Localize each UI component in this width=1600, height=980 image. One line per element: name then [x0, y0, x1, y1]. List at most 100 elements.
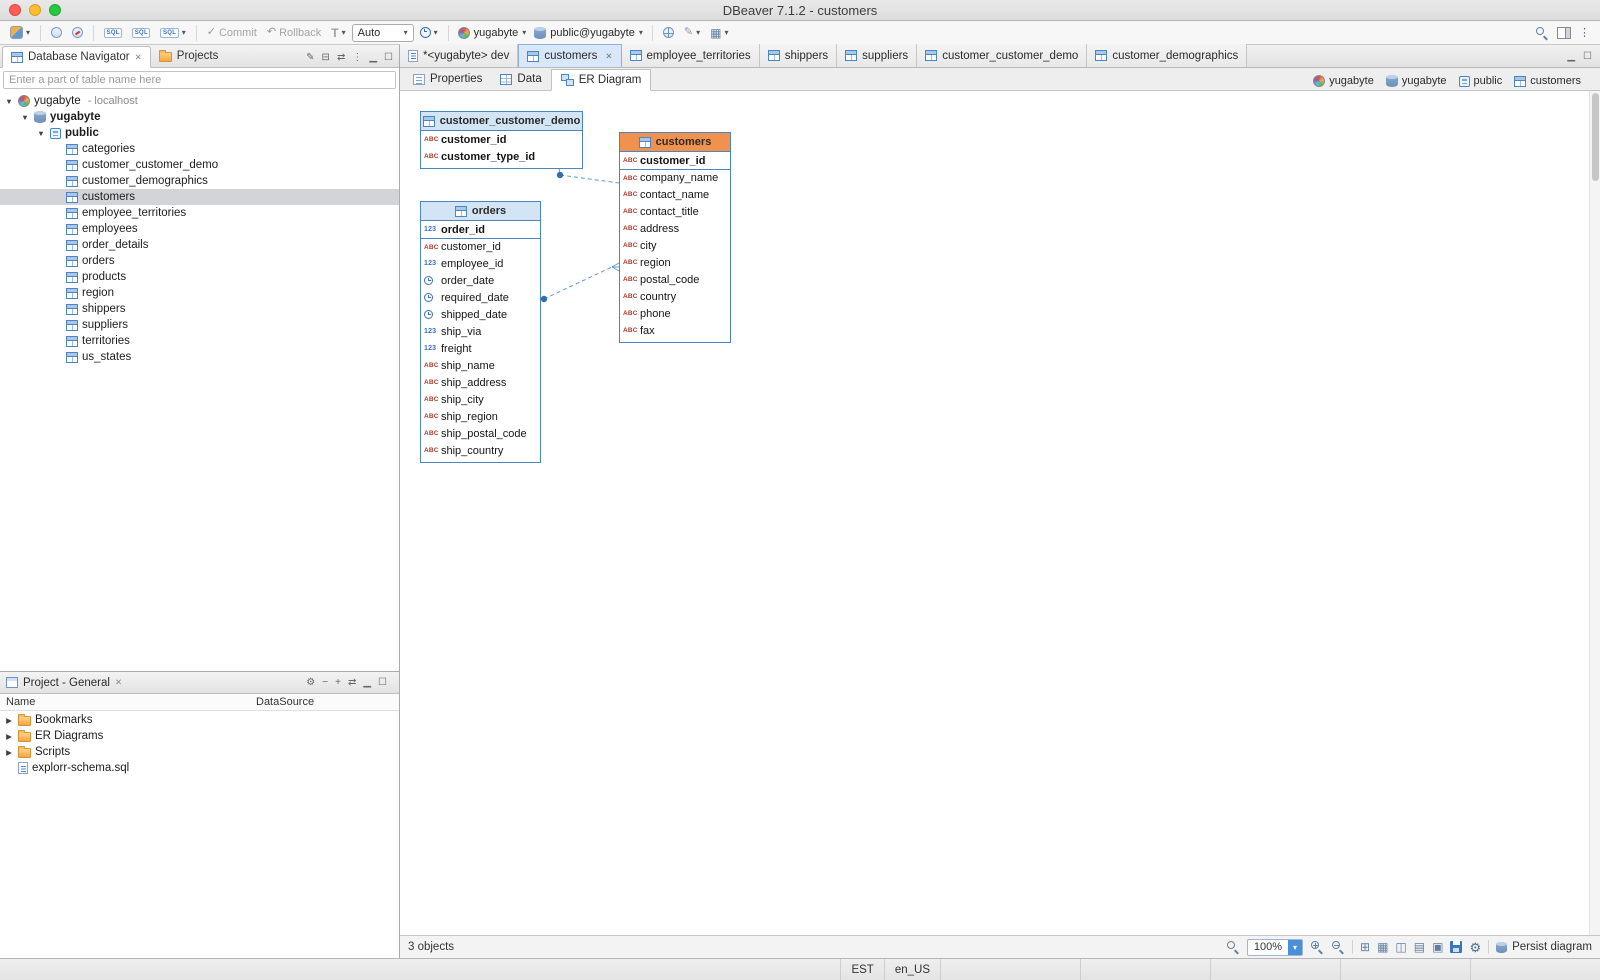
commit-button[interactable]: ✓ Commit [203, 26, 261, 40]
subtab-er-diagram[interactable]: ER Diagram [551, 69, 652, 91]
column-row-employee-id[interactable]: 123employee_id [421, 255, 540, 272]
locale-indicator[interactable]: en_US [884, 959, 940, 980]
tree-item-territories[interactable]: territories [0, 333, 399, 349]
column-row-fax[interactable]: ABCfax [620, 322, 730, 339]
er-diagram-canvas[interactable]: customer_customer_demo ABCcustomer_id ABCc… [400, 91, 1600, 935]
column-row-address[interactable]: ABCaddress [620, 220, 730, 237]
zoom-window-button[interactable] [49, 4, 61, 16]
tree-item-products[interactable]: products [0, 269, 399, 285]
save-diagram-icon[interactable] [1450, 941, 1462, 953]
project-item-scripts[interactable]: ▶Scripts [0, 744, 399, 760]
column-row-contact-title[interactable]: ABCcontact_title [620, 203, 730, 220]
tree-item-orders[interactable]: orders [0, 253, 399, 269]
export-image-icon[interactable]: ▣ [1432, 941, 1443, 953]
tree-expand-icon[interactable]: ▶ [4, 748, 14, 757]
tab-projects[interactable]: Projects [151, 45, 227, 67]
link-with-editor-icon[interactable]: ⇄ [348, 678, 356, 688]
close-tab-icon[interactable]: ✕ [605, 51, 612, 62]
column-row-customer-id[interactable]: ABCcustomer_id [421, 238, 540, 255]
close-view-icon[interactable]: ✕ [135, 52, 142, 63]
maximize-view-icon[interactable]: ☐ [378, 678, 387, 688]
column-row-freight[interactable]: 123freight [421, 340, 540, 357]
diagram-notation-icon[interactable]: ◫ [1395, 941, 1406, 953]
settings-gear-icon[interactable]: ⚙ [306, 678, 315, 688]
tree-item-customer-demographics[interactable]: customer_demographics [0, 173, 399, 189]
column-row-contact-name[interactable]: ABCcontact_name [620, 186, 730, 203]
tree-expand-icon[interactable]: ▼ [36, 129, 46, 138]
minimize-editor-icon[interactable]: ▁ [1567, 51, 1575, 62]
tree-item-customer-customer-demo[interactable]: customer_customer_demo [0, 157, 399, 173]
print-diagram-icon[interactable]: ▤ [1414, 941, 1425, 953]
project-item-bookmarks[interactable]: ▶Bookmarks [0, 712, 399, 728]
column-row-order-id[interactable]: 123order_id [421, 221, 540, 238]
generate-sql-button[interactable]: ✎ ▾ [680, 26, 704, 39]
new-connection-button[interactable]: ▾ [6, 25, 34, 40]
breadcrumb-item-customers[interactable]: customers [1509, 75, 1586, 87]
entity-header[interactable]: customers [620, 133, 730, 152]
tree-item-order-details[interactable]: order_details [0, 237, 399, 253]
breadcrumb-item-yugabyte[interactable]: yugabyte [1308, 75, 1379, 87]
column-row-order-date[interactable]: order_date [421, 272, 540, 289]
diagram-settings-gear-icon[interactable]: ⚙ [1469, 941, 1481, 954]
column-row-postal-code[interactable]: ABCpostal_code [620, 271, 730, 288]
disconnect-button[interactable] [68, 26, 87, 39]
maximize-view-icon[interactable]: ☐ [384, 53, 393, 63]
tree-item-yugabyte[interactable]: ▼yugabyte [0, 109, 399, 125]
zoom-out-icon[interactable] [1331, 940, 1345, 954]
table-filter-input[interactable] [3, 71, 396, 89]
project-item-er-diagrams[interactable]: ▶ER Diagrams [0, 728, 399, 744]
column-row-ship-country[interactable]: ABCship_country [421, 442, 540, 459]
editor-tab-shippers[interactable]: shippers [760, 44, 837, 67]
tree-item-customers[interactable]: customers [0, 189, 399, 205]
search-icon[interactable] [1535, 26, 1549, 40]
vertical-scrollbar[interactable] [1589, 91, 1600, 935]
connect-button[interactable] [47, 26, 66, 39]
column-row-ship-region[interactable]: ABCship_region [421, 408, 540, 425]
collapse-all-icon[interactable]: ⊟ [322, 53, 330, 63]
column-row-company-name[interactable]: ABCcompany_name [620, 169, 730, 186]
tree-item-suppliers[interactable]: suppliers [0, 317, 399, 333]
grid-view-button[interactable]: ▦ ▾ [706, 26, 732, 40]
open-in-browser-button[interactable] [659, 26, 678, 39]
minimize-window-button[interactable] [29, 4, 41, 16]
entity-customers[interactable]: customersABCcustomer_idABCcompany_nameAB… [619, 132, 731, 343]
tree-expand-icon[interactable]: ▶ [4, 732, 14, 741]
column-row-region[interactable]: ABCregion [620, 254, 730, 271]
arrange-diagram-icon[interactable]: ⊞ [1360, 941, 1370, 953]
column-row-phone[interactable]: ABCphone [620, 305, 730, 322]
entity-header[interactable]: customer_customer_demo [421, 112, 582, 131]
tree-item-categories[interactable]: categories [0, 141, 399, 157]
transaction-log-button[interactable]: T ▾ [327, 26, 349, 40]
timezone-indicator[interactable]: EST [840, 959, 883, 980]
close-window-button[interactable] [9, 4, 21, 16]
tree-item-employee-territories[interactable]: employee_territories [0, 205, 399, 221]
close-view-icon[interactable]: ✕ [115, 677, 122, 688]
column-row-ship-postal-code[interactable]: ABCship_postal_code [421, 425, 540, 442]
zoom-level-select[interactable]: 100% ▾ [1247, 939, 1303, 956]
open-sql-script-button[interactable]: SQL ▾ [156, 27, 189, 39]
column-row-ship-name[interactable]: ABCship_name [421, 357, 540, 374]
scrollbar-thumb[interactable] [1592, 93, 1599, 181]
add-item-icon[interactable]: + [335, 678, 341, 688]
connection-select[interactable]: yugabyte ▾ [455, 26, 530, 40]
tab-database-navigator[interactable]: Database Navigator ✕ [2, 46, 151, 68]
zoom-reset-icon[interactable] [1226, 940, 1240, 954]
column-row-ship-city[interactable]: ABCship_city [421, 391, 540, 408]
toolbar-overflow-icon[interactable]: ⋮ [1579, 26, 1590, 39]
editor-tab-yugabyte-dev[interactable]: *<yugabyte> dev [400, 44, 518, 67]
editor-tab-suppliers[interactable]: suppliers [837, 44, 917, 67]
column-row-ship-address[interactable]: ABCship_address [421, 374, 540, 391]
chevron-down-icon[interactable]: ▾ [1288, 940, 1302, 955]
sql-editor-button[interactable]: SQL [100, 27, 126, 39]
column-row-city[interactable]: ABCcity [620, 237, 730, 254]
persist-diagram-button[interactable]: Persist diagram [1496, 941, 1592, 953]
zoom-in-icon[interactable] [1310, 940, 1324, 954]
tree-expand-icon[interactable]: ▼ [4, 97, 14, 106]
maximize-editor-icon[interactable]: ☐ [1583, 51, 1592, 62]
editor-tab-employee-territories[interactable]: employee_territories [622, 44, 760, 67]
editor-tab-customers[interactable]: customers✕ [518, 44, 621, 67]
remove-item-icon[interactable]: − [322, 678, 328, 688]
tree-item-us-states[interactable]: us_states [0, 349, 399, 365]
entity-orders[interactable]: orders123order_idABCcustomer_id123employ… [420, 201, 541, 463]
link-with-editor-icon[interactable]: ⇄ [337, 53, 345, 63]
